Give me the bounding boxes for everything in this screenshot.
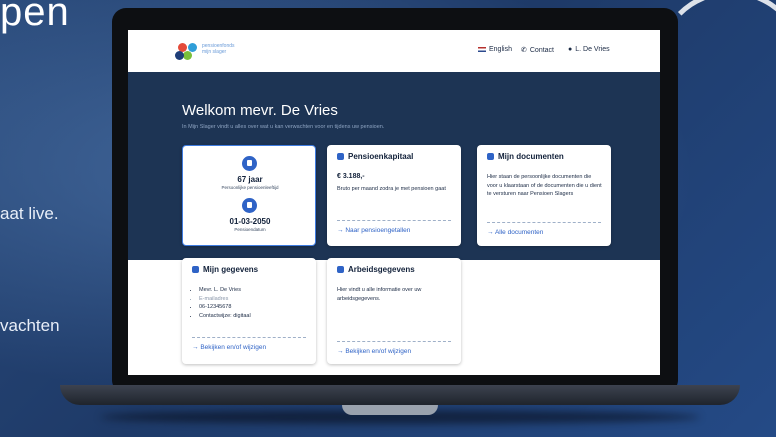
card-title: Mijn gegevens — [192, 265, 258, 274]
calendar-icon — [242, 198, 257, 213]
edit-personal-data-link[interactable]: → Bekijken en/of wijzigen — [192, 344, 266, 351]
document-icon — [487, 153, 494, 160]
user-icon — [192, 266, 199, 273]
list-item: 06-12345678 — [199, 303, 308, 312]
list-item: E-mailadres — [199, 295, 308, 304]
documents-card: Mijn documenten Hier staan de persoonlij… — [477, 145, 611, 246]
pension-date-label: Pensioendatum — [234, 227, 266, 232]
pension-amount: € 3.188,- — [337, 173, 365, 180]
language-switch[interactable]: English — [478, 46, 512, 53]
page-title: Welkom mevr. De Vries — [182, 102, 338, 119]
user-icon: ● — [568, 46, 573, 53]
pension-date: 01-03-2050 — [229, 217, 271, 226]
divider — [192, 337, 306, 338]
employment-data-card: Arbeidsgegevens Hier vindt u alle inform… — [327, 258, 461, 364]
divider — [487, 222, 601, 223]
edit-employment-data-link[interactable]: → Bekijken en/of wijzigen — [337, 348, 411, 355]
card-title: Pensioenkapitaal — [337, 152, 413, 161]
background-text-line-2: vachten — [0, 316, 60, 335]
piggy-bank-icon — [337, 153, 344, 160]
laptop-base — [60, 385, 740, 405]
uk-flag-icon — [478, 47, 486, 52]
card-title: Arbeidsgegevens — [337, 265, 415, 274]
logo-text: pensioenfonds mijn slager — [202, 43, 235, 55]
age-icon — [242, 156, 257, 171]
laptop-screen: pensioenfonds mijn slager English ✆ Cont… — [128, 30, 660, 375]
list-item: Mevr. L. De Vries — [199, 286, 308, 295]
documents-description: Hier staan de persoonlijke documenten di… — [487, 174, 602, 197]
pension-description: Bruto per maand zodra je met pensioen ga… — [337, 186, 446, 192]
background-text-line-1: aat live. — [0, 204, 59, 223]
personal-data-card: Mijn gegevens Mevr. L. De Vries E-mailad… — [182, 258, 316, 364]
page-subtitle: In Mijn Slager vindt u alles over wat u … — [182, 124, 385, 130]
user-menu[interactable]: ● L. De Vries — [568, 46, 610, 53]
contact-link[interactable]: ✆ Contact — [521, 46, 554, 55]
age-value: 67 jaar — [237, 175, 263, 184]
age-label: Persoonlijke pensioenleeftijd — [221, 185, 279, 190]
logo-icon[interactable] — [175, 43, 198, 61]
background-title: pen — [0, 0, 70, 34]
age-card: 67 jaar Persoonlijke pensioenleeftijd 01… — [182, 145, 316, 246]
card-title: Mijn documenten — [487, 152, 564, 161]
employment-description: Hier vindt u alle informatie over uw arb… — [337, 287, 422, 302]
personal-data-list: Mevr. L. De Vries E-mailadres 06-1234567… — [192, 286, 308, 320]
all-documents-link[interactable]: → Alle documenten — [487, 229, 543, 236]
list-item: Contactwijze: digitaal — [199, 312, 308, 321]
divider — [337, 220, 451, 221]
divider — [337, 341, 451, 342]
pension-capital-card: Pensioenkapitaal € 3.188,- Bruto per maa… — [327, 145, 461, 246]
laptop-notch — [342, 405, 438, 415]
pension-figures-link[interactable]: → Naar pensioengetallen — [337, 227, 410, 234]
database-icon — [337, 266, 344, 273]
site-header: pensioenfonds mijn slager English ✆ Cont… — [128, 30, 660, 73]
phone-icon: ✆ — [521, 47, 527, 54]
